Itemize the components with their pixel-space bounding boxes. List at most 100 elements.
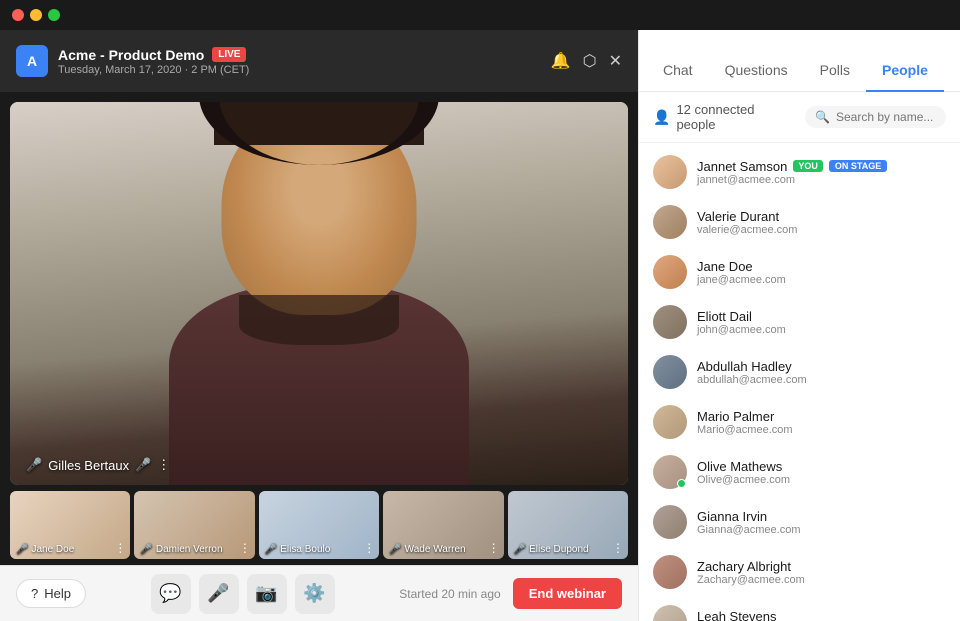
person-avatar [653,305,687,339]
person-email: abdullah@acmee.com [697,374,946,386]
bell-icon[interactable]: 🔔 [551,51,571,71]
person-avatar [653,505,687,539]
gear-icon: ⚙️ [303,583,325,604]
person-beard [239,295,399,345]
thumb-dots-damien[interactable]: ⋮ [239,541,251,555]
people-list: Jannet SamsonYOUON STAGEjannet@acmee.com… [639,143,960,621]
help-icon: ? [31,586,38,601]
webinar-title: Acme - Product Demo LIVE [58,47,541,63]
started-text: Started 20 min ago [399,587,500,601]
search-input[interactable] [836,110,936,124]
thumb-dots-elisa[interactable]: ⋮ [363,541,375,555]
exit-icon[interactable]: ⬡ [583,51,597,71]
person-row[interactable]: Mario PalmerMario@acmee.com [639,397,960,447]
person-row[interactable]: Zachary AlbrightZachary@acmee.com [639,547,960,597]
app-avatar: A [16,45,48,77]
thumb-wade[interactable]: 🎤Wade Warren ⋮ [383,491,503,559]
maximize-dot[interactable] [48,9,60,21]
tab-chat[interactable]: Chat [647,50,709,92]
chat-control-button[interactable]: 💬 [151,574,191,614]
person-avatar [653,205,687,239]
thumb-damien[interactable]: 🎤Damien Verron ⋮ [134,491,254,559]
person-name: Jannet SamsonYOUON STAGE [697,159,946,174]
tab-polls[interactable]: Polls [804,50,866,92]
person-email: john@acmee.com [697,324,946,336]
more-options-icon[interactable]: ⋮ [157,457,170,473]
thumb-elise[interactable]: 🎤Elise Dupond ⋮ [508,491,628,559]
microphone-icon: 🎤 [207,583,229,604]
mic-control-button[interactable]: 🎤 [199,574,239,614]
close-icon[interactable]: ✕ [609,51,622,71]
title-bar [0,0,960,30]
tab-people[interactable]: People [866,50,944,92]
person-avatar [653,555,687,589]
people-count: 👤 12 connected people [653,102,797,132]
person-row[interactable]: Abdullah Hadleyabdullah@acmee.com [639,347,960,397]
thumb-dots-wade[interactable]: ⋮ [488,541,500,555]
person-info: Mario PalmerMario@acmee.com [697,409,946,436]
thumb-label-damien: 🎤Damien Verron [140,544,222,555]
speaker-label: 🎤 Gilles Bertaux 🎤 ⋮ [26,457,170,473]
thumb-label-jane: 🎤Jane Doe [16,544,74,555]
person-email: Gianna@acmee.com [697,524,946,536]
thumb-dots-jane[interactable]: ⋮ [114,541,126,555]
thumb-label-elise: 🎤Elise Dupond [514,544,589,555]
mic-status-icon: 🎤 [135,457,151,473]
person-row[interactable]: Gianna IrvinGianna@acmee.com [639,497,960,547]
chat-bubble-icon: 💬 [159,583,181,604]
person-name: Eliott Dail [697,309,946,324]
minimize-dot[interactable] [30,9,42,21]
person-name: Valerie Durant [697,209,946,224]
camera-control-button[interactable]: 📷 [247,574,287,614]
video-panel: A Acme - Product Demo LIVE Tuesday, Marc… [0,30,638,621]
person-info: Olive MathewsOlive@acmee.com [697,459,946,486]
search-box[interactable]: 🔍 [805,106,946,128]
live-badge: LIVE [212,47,246,62]
person-row[interactable]: Valerie Durantvalerie@acmee.com [639,197,960,247]
person-avatar [653,255,687,289]
thumb-label-wade: 🎤Wade Warren [389,544,465,555]
thumbnail-strip: 🎤Jane Doe ⋮ 🎤Damien Verron ⋮ 🎤Elisa Boul… [0,485,638,565]
tabs-row: Chat Questions Polls People [639,30,960,92]
person-row[interactable]: Jannet SamsonYOUON STAGEjannet@acmee.com [639,147,960,197]
window-controls [12,9,60,21]
person-info: Jannet SamsonYOUON STAGEjannet@acmee.com [697,159,946,186]
tab-questions[interactable]: Questions [709,50,804,92]
person-row[interactable]: Jane Doejane@acmee.com [639,247,960,297]
app-container: A Acme - Product Demo LIVE Tuesday, Marc… [0,30,960,621]
person-email: Olive@acmee.com [697,474,946,486]
people-header: 👤 12 connected people 🔍 [639,92,960,143]
thumb-label-elisa: 🎤Elisa Boulo [265,544,330,555]
search-icon: 🔍 [815,110,830,124]
thumb-dots-elise[interactable]: ⋮ [612,541,624,555]
header-info: Acme - Product Demo LIVE Tuesday, March … [58,47,541,76]
right-panel: Chat Questions Polls People 👤 12 connect… [638,30,960,621]
thumb-jane-doe[interactable]: 🎤Jane Doe ⋮ [10,491,130,559]
person-info: Eliott Dailjohn@acmee.com [697,309,946,336]
header-actions: 🔔 ⬡ ✕ [551,51,622,71]
person-info: Valerie Durantvalerie@acmee.com [697,209,946,236]
end-webinar-button[interactable]: End webinar [513,578,622,609]
person-email: jannet@acmee.com [697,174,946,186]
person-info: Zachary AlbrightZachary@acmee.com [697,559,946,586]
person-avatar [653,605,687,621]
webinar-subtitle: Tuesday, March 17, 2020 · 2 PM (CET) [58,64,541,76]
controls-bar: ? Help 💬 🎤 📷 ⚙️ Started 20 min ago End w… [0,565,638,621]
help-button[interactable]: ? Help [16,579,86,608]
person-name: Gianna Irvin [697,509,946,524]
person-info: Gianna IrvinGianna@acmee.com [697,509,946,536]
close-dot[interactable] [12,9,24,21]
onstage-badge: ON STAGE [829,160,887,172]
settings-control-button[interactable]: ⚙️ [295,574,335,614]
person-row[interactable]: Olive MathewsOlive@acmee.com [639,447,960,497]
person-email: valerie@acmee.com [697,224,946,236]
person-avatar [653,405,687,439]
person-email: jane@acmee.com [697,274,946,286]
person-avatar [653,355,687,389]
person-name: Mario Palmer [697,409,946,424]
thumb-elisa[interactable]: 🎤Elisa Boulo ⋮ [259,491,379,559]
person-info: Jane Doejane@acmee.com [697,259,946,286]
person-row[interactable]: Leah StevensLeah@acmee.com [639,597,960,621]
person-row[interactable]: Eliott Dailjohn@acmee.com [639,297,960,347]
person-name: Zachary Albright [697,559,946,574]
